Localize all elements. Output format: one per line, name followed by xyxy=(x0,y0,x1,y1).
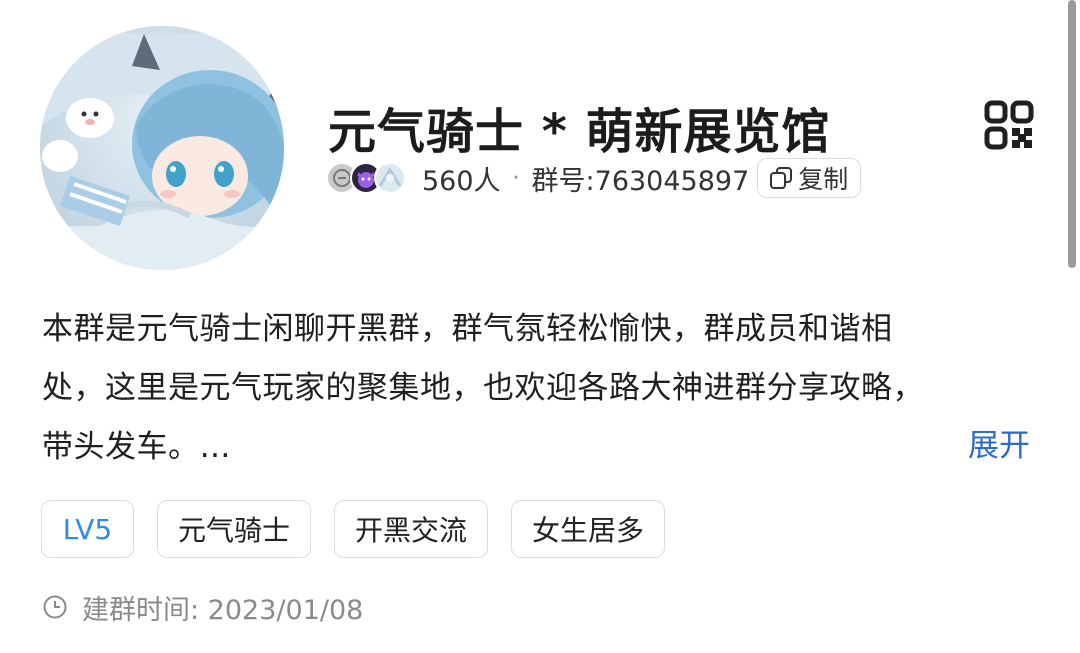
member-avatar xyxy=(374,162,406,194)
qr-code-icon xyxy=(984,100,1034,150)
group-meta-row: 560人 · 群号:763045897 复制 xyxy=(326,156,862,200)
created-date-row: 建群时间: 2023/01/08 xyxy=(42,590,364,626)
level-tag[interactable]: LV5 xyxy=(41,500,134,558)
group-number: 群号:763045897 xyxy=(531,165,750,197)
copy-button-label: 复制 xyxy=(798,165,849,194)
copy-group-number-button[interactable]: 复制 xyxy=(757,158,862,198)
created-date-text: 建群时间: 2023/01/08 xyxy=(82,594,364,626)
expand-description-link[interactable]: 展开 xyxy=(968,420,1030,465)
description-line: 带头发车。… xyxy=(42,429,231,465)
tag-team-play[interactable]: 开黑交流 xyxy=(334,500,489,558)
member-count[interactable]: 560人 xyxy=(422,159,501,198)
description-line: 本群是元气骑士闲聊开黑群，群气氛轻松愉快，群成员和谐相 xyxy=(42,311,893,347)
group-avatar-image xyxy=(40,26,284,270)
group-description: 本群是元气骑士闲聊开黑群，群气氛轻松愉快，群成员和谐相 处，这里是元气玩家的聚集… xyxy=(42,300,1022,477)
clock-icon xyxy=(43,595,67,619)
qr-code-button[interactable] xyxy=(984,100,1034,150)
tag-mostly-girls[interactable]: 女生居多 xyxy=(511,500,666,558)
description-line: 处，这里是元气玩家的聚集地，也欢迎各路大神进群分享攻略， xyxy=(42,370,924,406)
member-avatars[interactable] xyxy=(326,160,412,196)
meta-separator: · xyxy=(512,165,520,191)
group-profile-page: 元气骑士 * 萌新展览馆 560人 · 群号:763045897 复制 本群是元… xyxy=(0,0,1080,653)
group-tags: LV5 元气骑士 开黑交流 女生居多 xyxy=(41,500,666,558)
tag-yuanqi-knight[interactable]: 元气骑士 xyxy=(157,500,312,558)
scrollbar[interactable] xyxy=(1068,0,1076,268)
copy-icon xyxy=(770,167,793,189)
group-name: 元气骑士 * 萌新展览馆 xyxy=(328,104,831,160)
group-avatar[interactable] xyxy=(40,26,284,270)
